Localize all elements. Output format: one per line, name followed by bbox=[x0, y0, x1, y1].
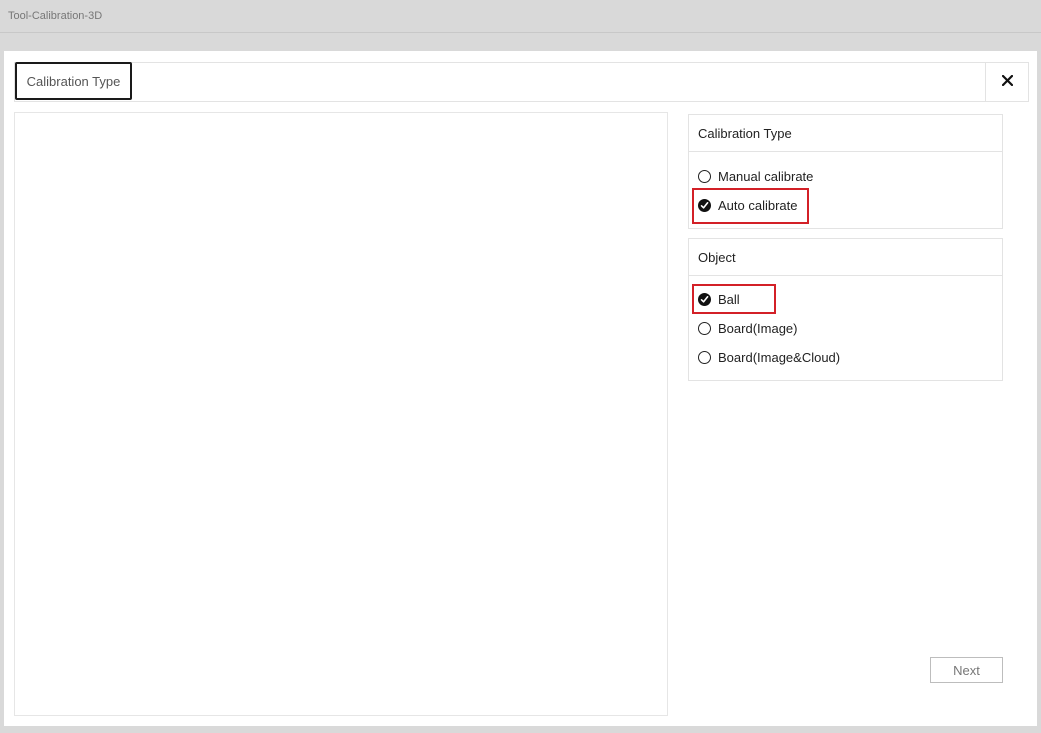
window-title: Tool-Calibration-3D bbox=[8, 10, 103, 22]
radio-unchecked-icon bbox=[698, 169, 711, 183]
calibration-type-group: Calibration Type Manual calibrate Auto c… bbox=[688, 114, 1003, 229]
radio-unchecked-icon bbox=[698, 350, 711, 364]
calibration-dialog: Calibration Type Calibration Type Manual… bbox=[4, 51, 1037, 726]
radio-ball[interactable]: Ball bbox=[698, 288, 740, 310]
object-group: Object Ball Board(Image) Board(Image&Clo… bbox=[688, 238, 1003, 381]
close-button[interactable] bbox=[985, 63, 1028, 101]
close-icon bbox=[1000, 73, 1014, 91]
next-button[interactable]: Next bbox=[930, 657, 1003, 683]
radio-label: Ball bbox=[718, 291, 740, 307]
radio-board-image-cloud[interactable]: Board(Image&Cloud) bbox=[698, 346, 840, 368]
radio-manual-calibrate[interactable]: Manual calibrate bbox=[698, 165, 813, 187]
radio-label: Board(Image&Cloud) bbox=[718, 349, 841, 365]
radio-unchecked-icon bbox=[698, 321, 711, 335]
radio-auto-calibrate[interactable]: Auto calibrate bbox=[698, 194, 798, 216]
preview-panel bbox=[14, 112, 668, 716]
tab-calibration-type[interactable]: Calibration Type bbox=[15, 62, 132, 100]
object-header: Object bbox=[689, 239, 1002, 276]
radio-board-image[interactable]: Board(Image) bbox=[698, 317, 797, 339]
calibration-type-header: Calibration Type bbox=[689, 115, 1002, 152]
window-titlebar: Tool-Calibration-3D bbox=[0, 0, 1041, 33]
radio-label: Manual calibrate bbox=[718, 168, 814, 184]
radio-checked-icon bbox=[698, 292, 711, 306]
tab-bar: Calibration Type bbox=[14, 62, 1029, 102]
radio-checked-icon bbox=[698, 198, 711, 212]
radio-label: Board(Image) bbox=[718, 320, 798, 336]
radio-label: Auto calibrate bbox=[718, 197, 798, 213]
